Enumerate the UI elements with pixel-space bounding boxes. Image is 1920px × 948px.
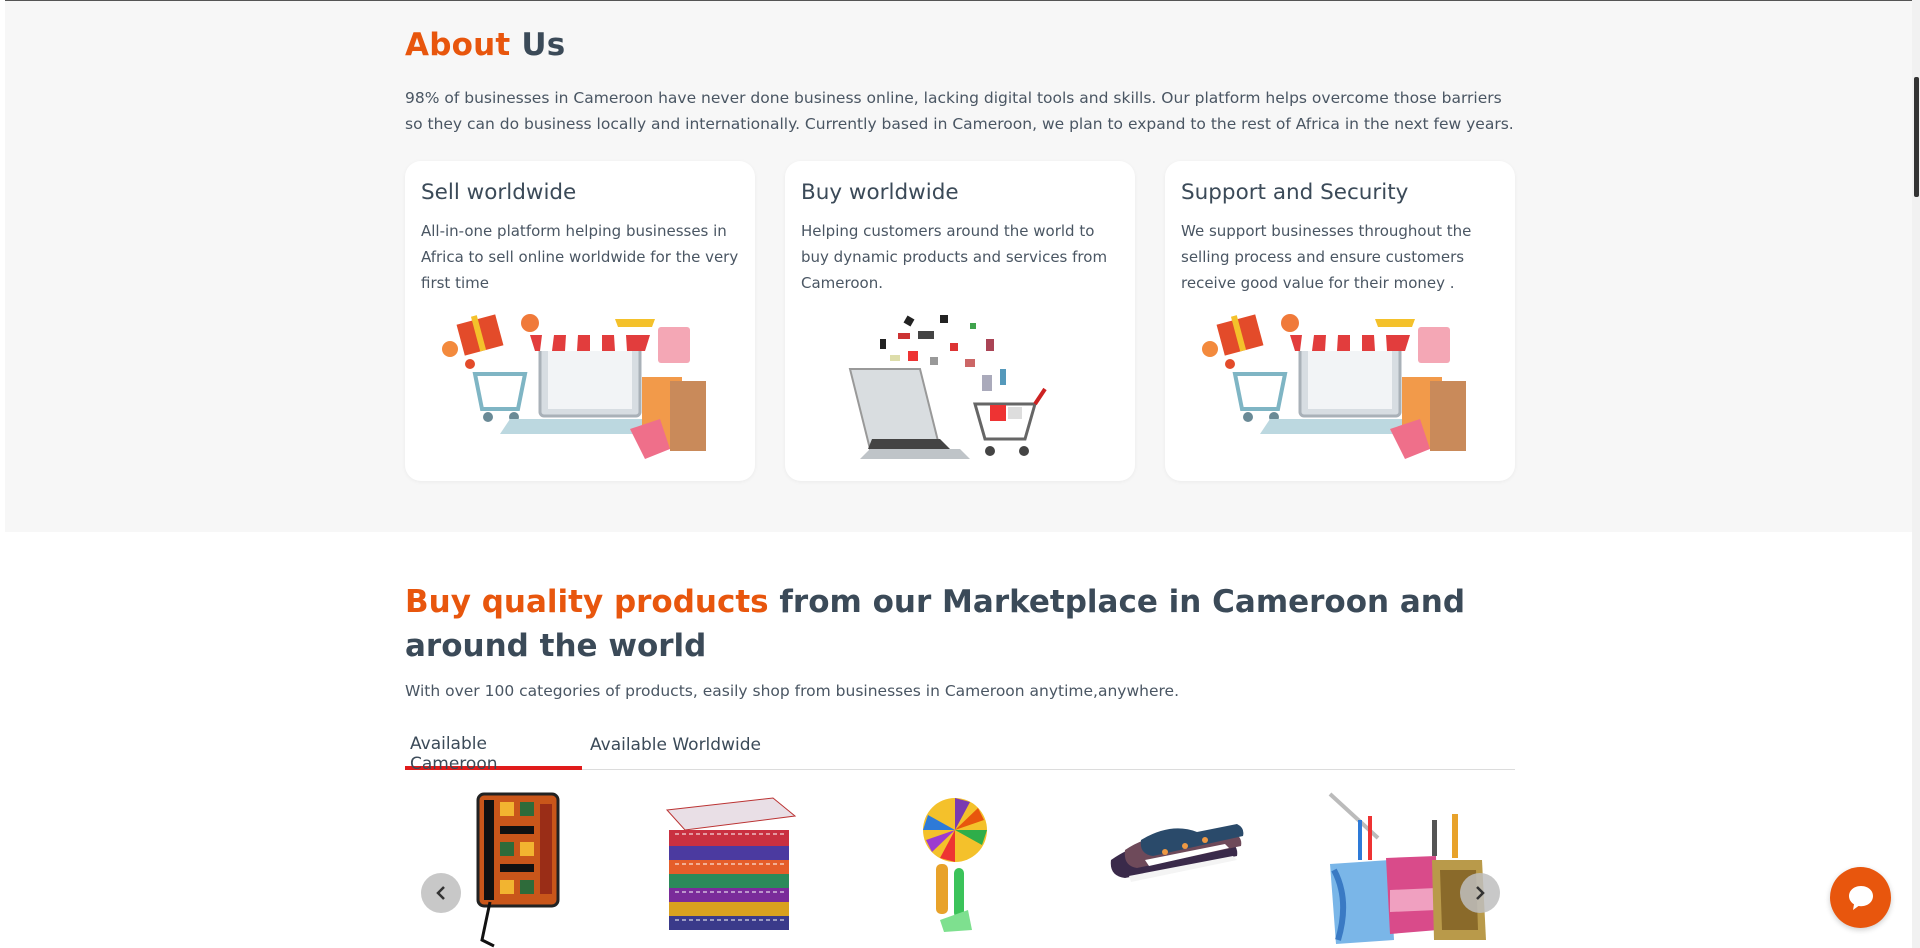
product-image-pen-holders[interactable] bbox=[1320, 790, 1500, 948]
marketplace-subtitle: With over 100 categories of products, ea… bbox=[405, 682, 1180, 700]
product-image-colorful-toy[interactable] bbox=[910, 790, 1000, 935]
product-image-fabric-stack[interactable] bbox=[655, 790, 805, 940]
card-text: All-in-one platform helping businesses i… bbox=[421, 222, 739, 292]
laptop-cart-illustration bbox=[848, 315, 1047, 459]
marketplace-title: Buy quality products from our Marketplac… bbox=[405, 580, 1515, 668]
about-section: About Us 98% of businesses in Cameroon h… bbox=[0, 1, 1920, 532]
scrollbar-thumb[interactable] bbox=[1914, 77, 1919, 197]
chat-button[interactable] bbox=[1830, 867, 1891, 928]
chevron-right-icon bbox=[1476, 886, 1485, 900]
online-shop-illustration bbox=[1202, 314, 1466, 459]
about-title-accent: About bbox=[405, 27, 511, 63]
tab-label: Available Cameroon bbox=[410, 734, 498, 774]
card-title: Buy worldwide bbox=[801, 180, 959, 205]
product-tabs: Available Cameroon Available Worldwide bbox=[405, 728, 1515, 774]
feature-card-support: Support and Security We support business… bbox=[1165, 161, 1515, 481]
card-text: We support businesses throughout the sel… bbox=[1181, 222, 1472, 292]
card-title: Support and Security bbox=[1181, 180, 1409, 205]
tab-available-worldwide[interactable]: Available Worldwide bbox=[585, 728, 766, 770]
carousel-prev-button[interactable] bbox=[421, 873, 461, 913]
chevron-left-icon bbox=[436, 886, 445, 900]
carousel-next-button[interactable] bbox=[1460, 873, 1500, 913]
page-left-edge bbox=[0, 0, 5, 948]
online-shop-illustration bbox=[442, 314, 706, 459]
tab-label: Available Worldwide bbox=[590, 735, 761, 755]
product-carousel bbox=[405, 790, 1515, 948]
about-title: About Us bbox=[405, 27, 1515, 63]
product-image-printed-sneakers[interactable] bbox=[1105, 790, 1245, 910]
feature-card-buy: Buy worldwide Helping customers around t… bbox=[785, 161, 1135, 481]
about-description: 98% of businesses in Cameroon have never… bbox=[405, 89, 1514, 133]
product-image-kente-notebook[interactable] bbox=[460, 790, 570, 948]
chat-bubble-icon bbox=[1848, 885, 1873, 910]
tab-available-cameroon[interactable]: Available Cameroon bbox=[405, 728, 582, 774]
card-title: Sell worldwide bbox=[421, 180, 577, 205]
card-text: Helping customers around the world to bu… bbox=[801, 222, 1108, 292]
about-title-rest: Us bbox=[521, 27, 566, 63]
feature-card-sell: Sell worldwide All-in-one platform helpi… bbox=[405, 161, 755, 481]
marketplace-title-accent: Buy quality products bbox=[405, 584, 769, 620]
